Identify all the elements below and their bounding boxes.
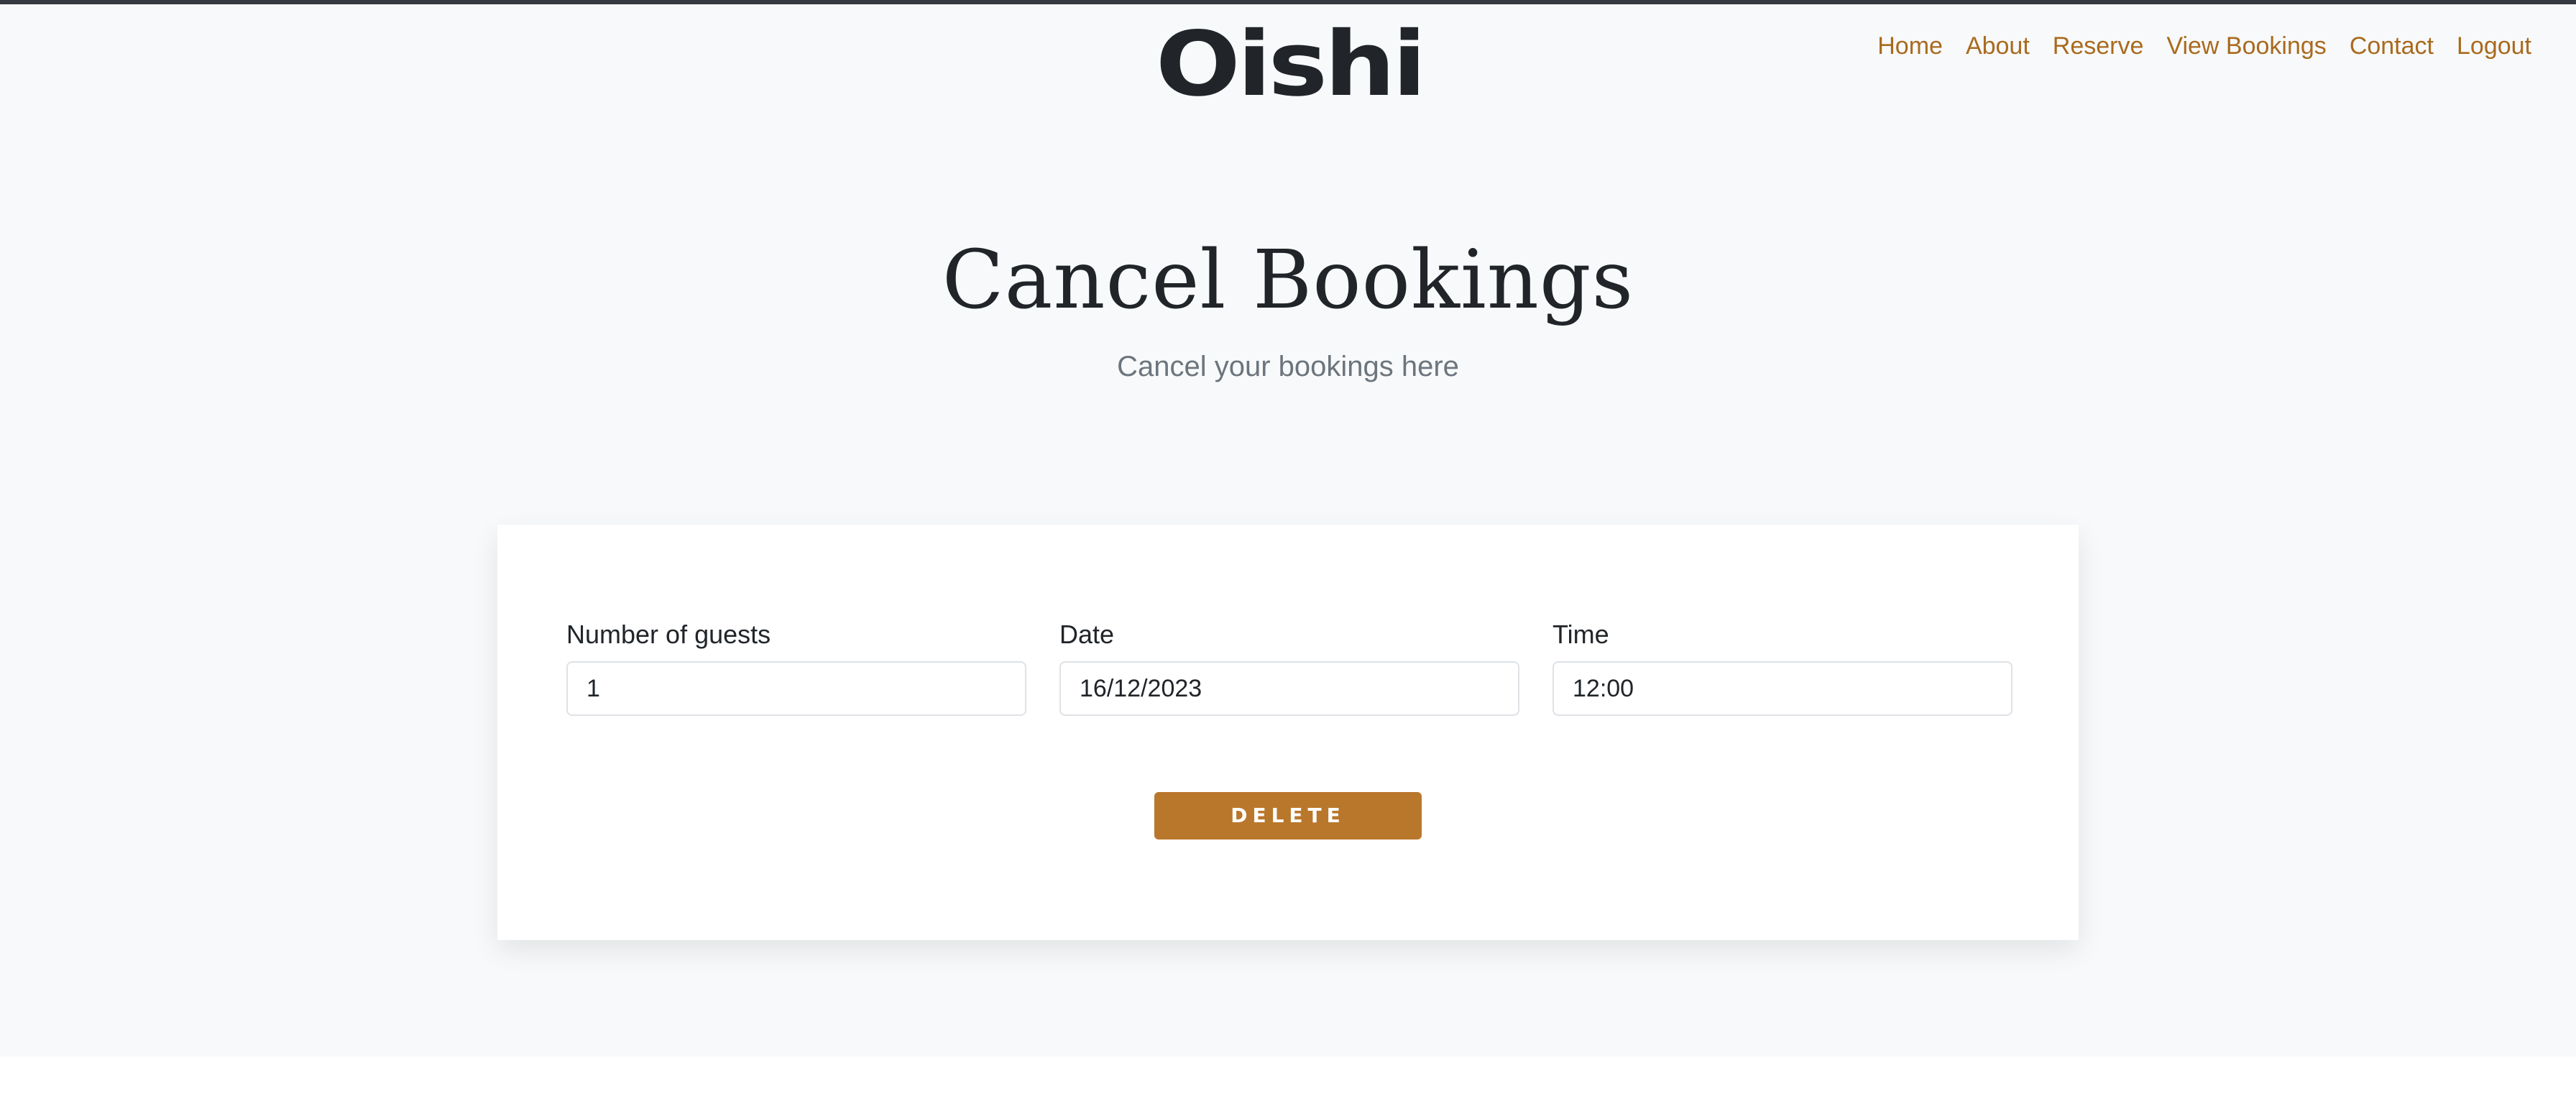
time-field-group: Time 12:00 bbox=[1552, 617, 2012, 716]
nav-link-reserve[interactable]: Reserve bbox=[2053, 29, 2144, 63]
main-nav: Home About Reserve View Bookings Contact… bbox=[1877, 29, 2531, 63]
nav-link-home[interactable]: Home bbox=[1877, 29, 1943, 63]
guests-field-group: Number of guests 1 bbox=[566, 617, 1026, 716]
date-label: Date bbox=[1059, 620, 1115, 649]
time-label: Time bbox=[1552, 620, 1609, 649]
brand-logo[interactable]: Oishi bbox=[1143, 14, 1436, 115]
nav-link-view-bookings[interactable]: View Bookings bbox=[2166, 29, 2326, 63]
cancel-booking-card: Number of guests 1 Date 16/12/2023 Time … bbox=[497, 525, 2079, 940]
navbar: Oishi Home About Reserve View Bookings C… bbox=[0, 4, 2576, 125]
time-input[interactable]: 12:00 bbox=[1552, 661, 2012, 716]
nav-link-logout[interactable]: Logout bbox=[2457, 29, 2531, 63]
guests-input[interactable]: 1 bbox=[566, 661, 1026, 716]
guests-label: Number of guests bbox=[566, 620, 771, 649]
page-subtitle: Cancel your bookings here bbox=[1117, 351, 1459, 382]
date-field-group: Date 16/12/2023 bbox=[1059, 617, 1519, 716]
nav-link-about[interactable]: About bbox=[1966, 29, 2030, 63]
footer-band bbox=[0, 1057, 2576, 1104]
delete-booking-button[interactable]: DELETE BOOKING bbox=[1154, 792, 1422, 875]
hero-section: Cancel Bookings Cancel your bookings her… bbox=[0, 223, 2576, 387]
page-title: Cancel Bookings bbox=[942, 234, 1634, 327]
date-input[interactable]: 16/12/2023 bbox=[1059, 661, 1519, 716]
nav-link-contact[interactable]: Contact bbox=[2350, 29, 2434, 63]
